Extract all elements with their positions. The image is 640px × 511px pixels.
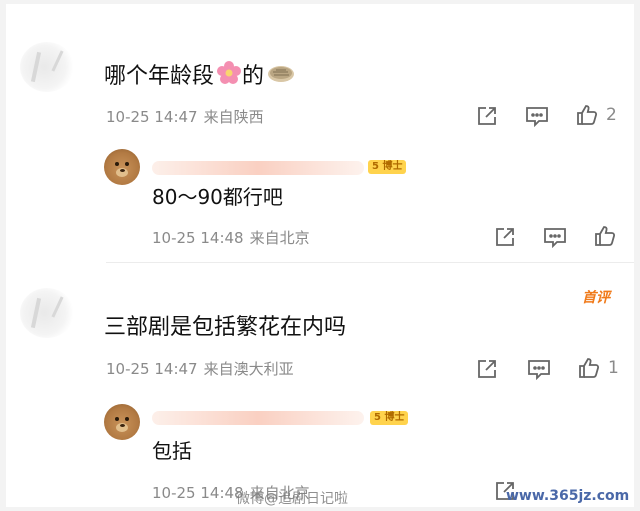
- level-badge: 5 博士: [370, 411, 409, 425]
- reply-avatar[interactable]: [104, 404, 140, 440]
- reply-text: 包括: [152, 439, 192, 463]
- reply-username-blurred[interactable]: [152, 161, 364, 175]
- comment-time: 10-25 14:47: [106, 360, 198, 378]
- avatar[interactable]: [20, 288, 74, 338]
- comment-icon: [528, 360, 550, 380]
- reply-username-blurred[interactable]: [152, 411, 364, 425]
- comment-time: 10-25 14:47: [106, 108, 198, 126]
- thumbs-up-icon: [595, 226, 616, 246]
- weibo-watermark: 微博@追剧日记啦: [236, 491, 348, 507]
- comment-meta: 10-25 14:47 来自陕西: [106, 108, 270, 126]
- comment-button[interactable]: [524, 103, 550, 129]
- flower-emoji-icon: [216, 60, 242, 94]
- share-button[interactable]: [474, 356, 500, 382]
- comment-text: 三部剧是包括繁花在内吗: [104, 315, 347, 340]
- comment-meta: 10-25 14:47 来自澳大利亚: [106, 360, 300, 378]
- share-button[interactable]: [474, 103, 500, 129]
- comment-location: 来自陕西: [203, 108, 264, 126]
- thumbs-up-icon: [577, 105, 598, 125]
- like-button[interactable]: [576, 355, 602, 381]
- comment-icon: [544, 228, 566, 248]
- comment-location: 来自澳大利亚: [203, 360, 294, 378]
- share-icon: [496, 228, 514, 246]
- site-watermark: www.365jz.com: [506, 488, 630, 504]
- reply-location: 来自北京: [249, 229, 310, 247]
- comment-text: 哪个年龄段的: [104, 60, 296, 94]
- divider: [106, 262, 634, 263]
- reply-like-button[interactable]: [592, 223, 618, 249]
- share-icon: [478, 360, 496, 378]
- comment-button[interactable]: [526, 356, 552, 382]
- level-badge: 5 博士: [368, 160, 407, 174]
- first-comment-tag: 首评: [582, 290, 610, 306]
- reply-meta: 10-25 14:48 来自北京: [152, 229, 316, 247]
- avatar[interactable]: [20, 42, 74, 92]
- reply-time: 10-25 14:48: [152, 229, 244, 247]
- comment-icon: [526, 107, 548, 127]
- like-button[interactable]: [574, 102, 600, 128]
- like-count: 2: [606, 105, 617, 125]
- comment-list: 哪个年龄段的 10-25 14:47 来自陕西 2 5 博士 80～90都行吧 1…: [6, 4, 634, 507]
- reply-comment-button[interactable]: [542, 224, 568, 250]
- bread-emoji-icon: [266, 62, 296, 92]
- reply-text: 80～90都行吧: [152, 185, 283, 209]
- thumbs-up-icon: [579, 358, 600, 378]
- reply-time: 10-25 14:48: [152, 484, 244, 502]
- reply-share-button[interactable]: [492, 224, 518, 250]
- like-count: 1: [608, 358, 619, 378]
- reply-avatar[interactable]: [104, 149, 140, 185]
- share-icon: [478, 107, 496, 125]
